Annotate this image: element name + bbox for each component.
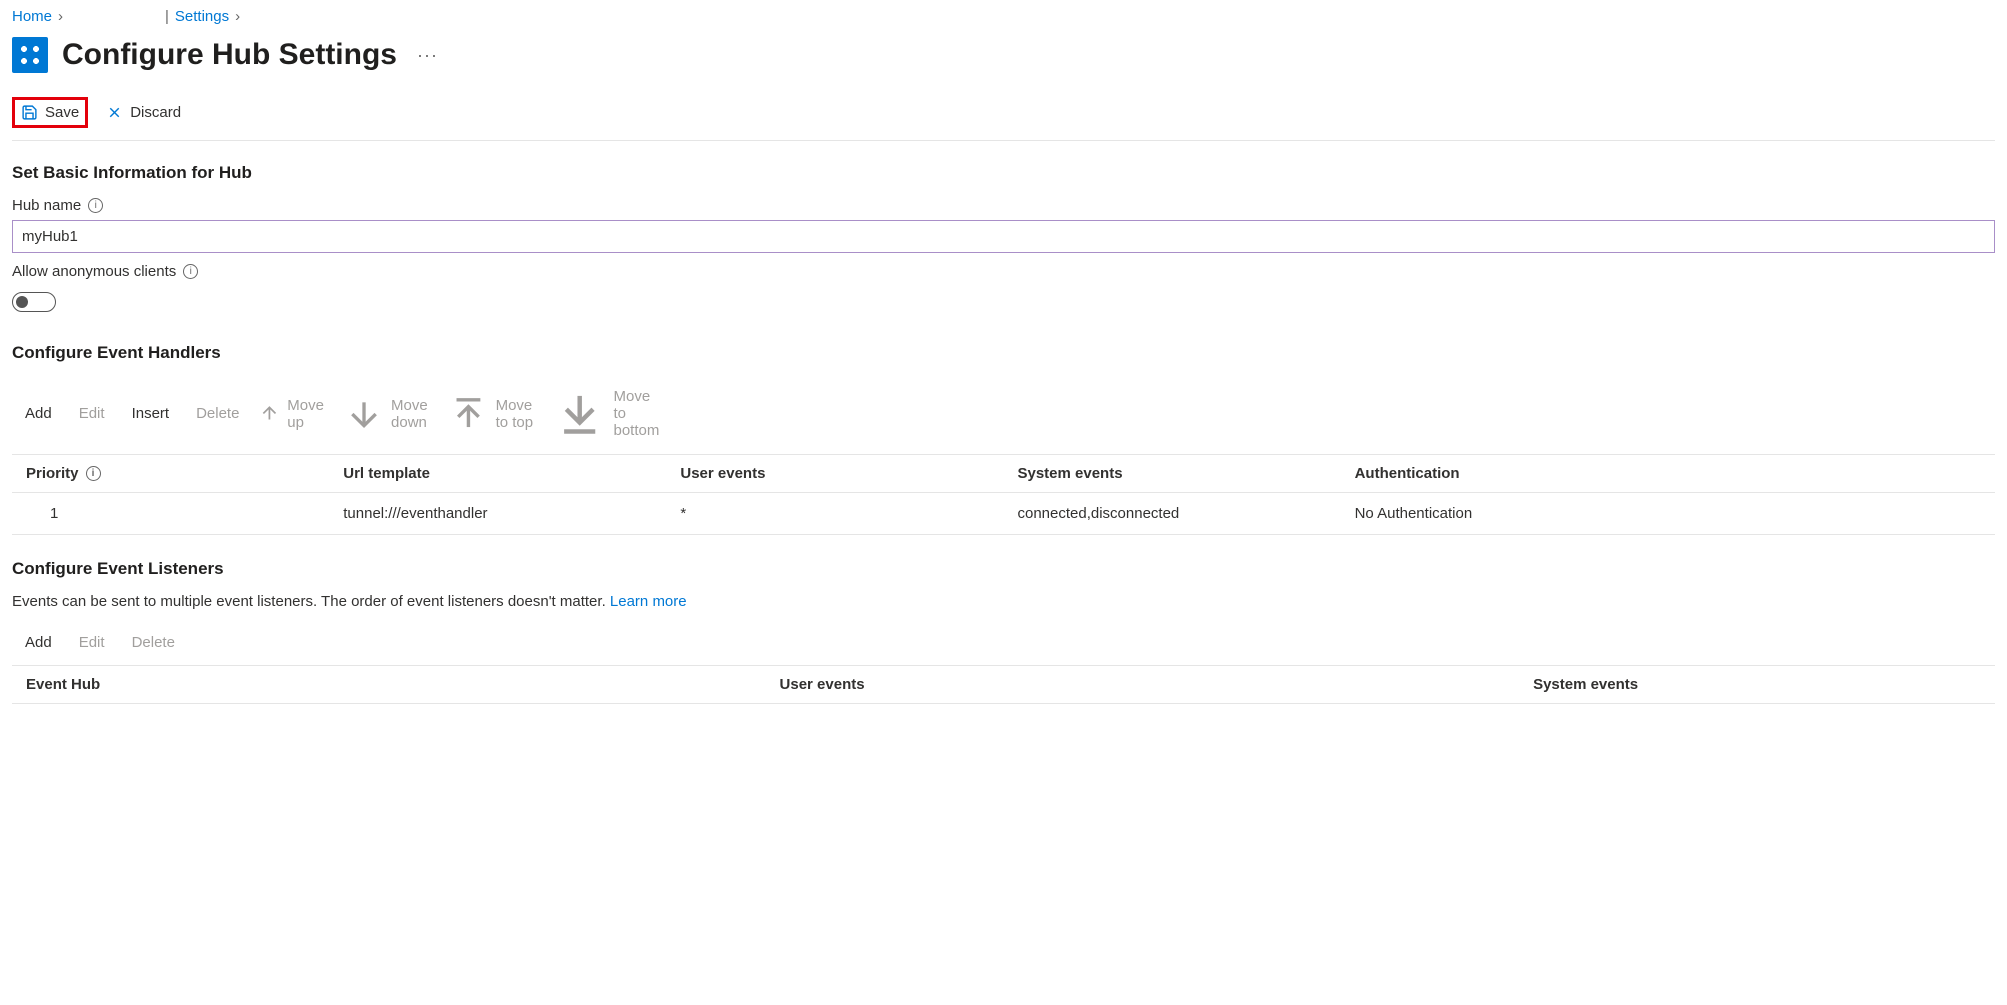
col-eventhub: Event Hub — [12, 666, 766, 704]
hub-name-label-row: Hub name i — [12, 197, 1995, 214]
cell-system: connected,disconnected — [1003, 493, 1340, 535]
col-system: System events — [1519, 666, 1995, 704]
hub-name-label: Hub name — [12, 197, 81, 214]
col-user: User events — [666, 455, 1003, 493]
discard-label: Discard — [130, 104, 181, 121]
cell-priority: 1 — [12, 493, 329, 535]
arrow-up-icon — [259, 403, 280, 424]
breadcrumb-settings[interactable]: Settings — [175, 8, 229, 25]
add-button[interactable]: Add — [18, 634, 52, 651]
edit-label: Edit — [79, 405, 105, 422]
movetop-label: Move to top — [496, 397, 534, 431]
save-label: Save — [45, 104, 79, 121]
listeners-desc-text: Events can be sent to multiple event lis… — [12, 593, 610, 610]
insert-label: Insert — [132, 405, 170, 422]
col-url: Url template — [329, 455, 666, 493]
moveup-button: Move up — [259, 397, 324, 431]
edit-button: Edit — [72, 634, 105, 651]
edit-label: Edit — [79, 634, 105, 651]
close-icon — [106, 104, 123, 121]
listeners-table: Event Hub User events System events — [12, 665, 1995, 704]
add-button[interactable]: Add — [18, 405, 52, 422]
table-row[interactable]: 1 tunnel:///eventhandler * connected,dis… — [12, 493, 1995, 535]
add-label: Add — [25, 405, 52, 422]
learn-more-link[interactable]: Learn more — [610, 593, 687, 610]
col-priority: Priority — [26, 465, 79, 482]
movedown-label: Move down — [391, 397, 428, 431]
cell-url: tunnel:///eventhandler — [329, 493, 666, 535]
save-icon — [21, 104, 38, 121]
pipe-separator: | — [165, 8, 169, 25]
more-actions-button[interactable]: ··· — [411, 45, 444, 66]
breadcrumb: Home › | Settings › — [12, 8, 1995, 25]
cell-auth: No Authentication — [1341, 493, 1995, 535]
listeners-description: Events can be sent to multiple event lis… — [12, 593, 1995, 610]
movetop-button: Move to top — [448, 393, 533, 434]
delete-button: Delete — [189, 405, 239, 422]
save-button[interactable]: Save — [12, 97, 88, 128]
breadcrumb-home[interactable]: Home — [12, 8, 52, 25]
allow-anon-label-row: Allow anonymous clients i — [12, 263, 1995, 280]
section-event-listeners: Configure Event Listeners — [12, 559, 1995, 579]
delete-label: Delete — [196, 405, 239, 422]
service-icon — [12, 37, 48, 73]
page-title: Configure Hub Settings — [62, 38, 397, 72]
info-icon[interactable]: i — [183, 264, 198, 279]
edit-button: Edit — [72, 405, 105, 422]
info-icon[interactable]: i — [88, 198, 103, 213]
hub-name-input[interactable] — [12, 220, 1995, 253]
allow-anon-toggle[interactable] — [12, 292, 56, 312]
command-bar: Save Discard — [12, 97, 1995, 141]
arrow-bottom-icon — [553, 387, 606, 440]
col-system: System events — [1003, 455, 1340, 493]
moveup-label: Move up — [287, 397, 324, 431]
col-user: User events — [766, 666, 1520, 704]
allow-anon-label: Allow anonymous clients — [12, 263, 176, 280]
movebottom-button: Move to bottom — [553, 387, 663, 440]
cell-user: * — [666, 493, 1003, 535]
chevron-right-icon: › — [58, 8, 63, 25]
arrow-down-icon — [344, 394, 384, 434]
col-auth: Authentication — [1341, 455, 1995, 493]
movedown-button: Move down — [344, 394, 428, 434]
discard-button[interactable]: Discard — [96, 98, 191, 127]
delete-label: Delete — [132, 634, 175, 651]
add-label: Add — [25, 634, 52, 651]
handlers-table: Priority i Url template User events Syste… — [12, 454, 1995, 535]
movebottom-label: Move to bottom — [613, 388, 663, 439]
listeners-toolbar: Add Edit Delete — [12, 624, 1995, 665]
delete-button: Delete — [125, 634, 175, 651]
info-icon[interactable]: i — [86, 466, 101, 481]
insert-button[interactable]: Insert — [125, 405, 170, 422]
page-header: Configure Hub Settings ··· — [12, 37, 1995, 73]
section-basic-info: Set Basic Information for Hub — [12, 163, 1995, 183]
section-event-handlers: Configure Event Handlers — [12, 343, 1995, 363]
handlers-toolbar: Add Edit Insert Delete Move up Move down… — [12, 377, 1995, 454]
chevron-right-icon: › — [235, 8, 240, 25]
arrow-top-icon — [448, 393, 489, 434]
